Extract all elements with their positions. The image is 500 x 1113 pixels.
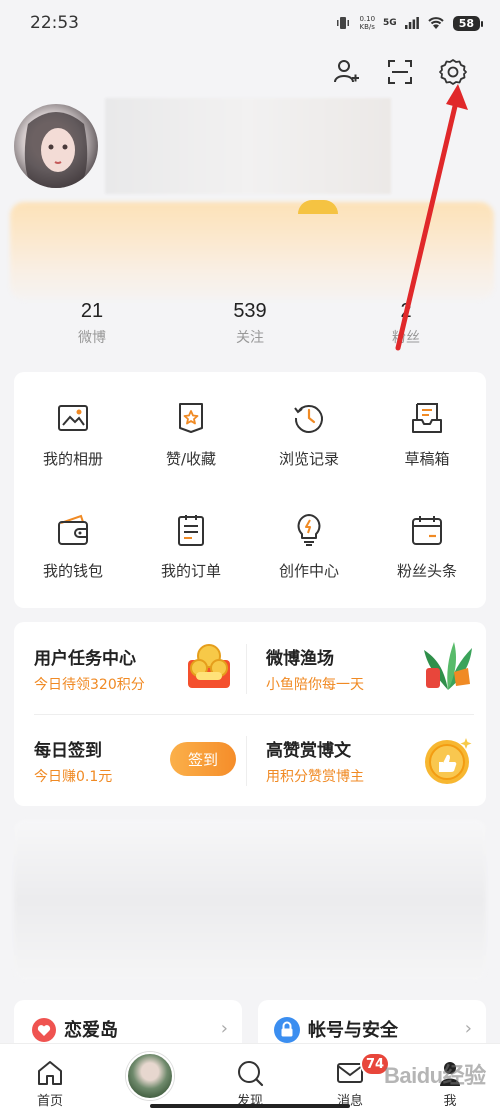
task-title: 高赞赏博文 [266,741,351,761]
grid-item-orders[interactable]: 我的订单 [132,484,250,594]
task-title: 用户任务中心 [34,649,136,669]
nav-label: 我 [443,1094,457,1109]
vibrate-icon [335,16,351,30]
grid-item-label: 我的订单 [160,562,221,580]
add-user-icon[interactable] [330,56,362,88]
stat-label: 关注 [236,330,264,346]
profile-stats: 21 微博 539 关注 2 粉丝 [0,300,500,360]
wallet-icon [55,512,91,548]
favorite-icon [173,400,209,436]
weibo-fishing[interactable]: 微博渔场 小鱼陪你每一天 [246,622,476,712]
stat-label: 粉丝 [392,330,420,346]
nav-avatar[interactable] [100,1044,200,1113]
gear-icon[interactable] [437,56,469,88]
chevron-right-icon: › [464,1018,472,1039]
chevron-right-icon: › [220,1018,228,1039]
task-title: 微博渔场 [266,649,334,669]
shortcut-grid: 我的相册 赞/收藏 浏览记录 草稿箱 我的钱包 我的订单 创作中心 粉丝头条 [14,372,486,608]
grid-item-label: 浏览记录 [278,450,339,468]
grid-item-label: 草稿箱 [404,450,450,468]
checkin-button[interactable]: 签到 [170,742,236,776]
status-bar: 22:53 0.10 KB/s 5G 58 [0,0,500,46]
fishing-plant-icon [420,638,476,694]
heart-icon [32,1018,56,1042]
search-icon [235,1058,265,1088]
orders-icon [173,512,209,548]
net-speed-value: 0.10 [359,15,376,23]
nav-home[interactable]: 首页 [0,1044,100,1113]
fans-headline-icon [409,512,445,548]
stat-label: 微博 [78,330,106,346]
stat-fans[interactable]: 2 粉丝 [346,300,466,347]
lock-icon [274,1017,300,1043]
history-icon [291,400,327,436]
creator-center-icon [291,512,327,548]
signal-icon [404,17,419,29]
net-speed: 0.10 KB/s [359,15,375,31]
thumbs-up-coin-icon [422,734,474,786]
banner-coin-icon [298,200,338,214]
reward-posts[interactable]: 高赞赏博文 用积分赞赏博主 [246,714,476,804]
stat-value: 21 [80,300,104,322]
battery-indicator: 58 [452,15,484,31]
grid-item-label: 创作中心 [278,562,339,580]
grid-item-history[interactable]: 浏览记录 [250,372,368,482]
grid-item-label: 我的相册 [42,450,103,468]
recommendation-card-blurred [14,820,486,980]
grid-item-label: 粉丝头条 [396,562,457,580]
grid-item-creator-center[interactable]: 创作中心 [250,484,368,594]
stat-value: 539 [233,300,267,322]
grid-item-wallet[interactable]: 我的钱包 [14,484,132,594]
profile-name-blurred [105,98,391,194]
grid-item-album[interactable]: 我的相册 [14,372,132,482]
stat-following[interactable]: 539 关注 [190,300,310,347]
grid-item-fans-headline[interactable]: 粉丝头条 [368,484,486,594]
grid-item-favorites[interactable]: 赞/收藏 [132,372,250,482]
network-type: 5G [383,18,397,28]
drafts-icon [409,400,445,436]
grid-item-label: 赞/收藏 [165,450,217,468]
task-subtitle: 今日待领320积分 [34,677,145,693]
task-subtitle: 用积分赞赏博主 [266,769,364,785]
task-title: 每日签到 [34,741,102,761]
status-icons: 0.10 KB/s 5G 58 [335,15,484,31]
home-icon [35,1058,65,1088]
status-time: 22:53 [30,13,79,33]
task-center[interactable]: 用户任务中心 今日待领320积分 [14,622,244,712]
watermark: Baidu经验 [384,1063,486,1088]
stat-weibo[interactable]: 21 微博 [32,300,152,347]
grid-item-label: 我的钱包 [42,562,103,580]
vip-banner-blurred[interactable] [10,202,494,300]
avatar[interactable] [14,104,98,188]
task-subtitle: 小鱼陪你每一天 [266,677,364,693]
photo-album-icon [55,400,91,436]
nav-discover[interactable]: 发现 [200,1044,300,1113]
task-card: 用户任务中心 今日待领320积分 微博渔场 小鱼陪你每一天 每日签到 今日赚0.… [14,622,486,806]
grid-item-drafts[interactable]: 草稿箱 [368,372,486,482]
nav-label: 首页 [36,1094,63,1109]
coin-box-icon [186,642,232,690]
card-label: 恋爱岛 [64,1020,118,1041]
stat-value: 2 [400,300,412,322]
net-speed-unit: KB/s [359,23,375,31]
home-indicator [150,1104,350,1108]
wifi-icon [427,16,445,30]
scan-icon[interactable] [384,56,416,88]
card-label: 帐号与安全 [308,1020,398,1041]
avatar [126,1052,174,1100]
task-subtitle: 今日赚0.1元 [34,769,113,785]
